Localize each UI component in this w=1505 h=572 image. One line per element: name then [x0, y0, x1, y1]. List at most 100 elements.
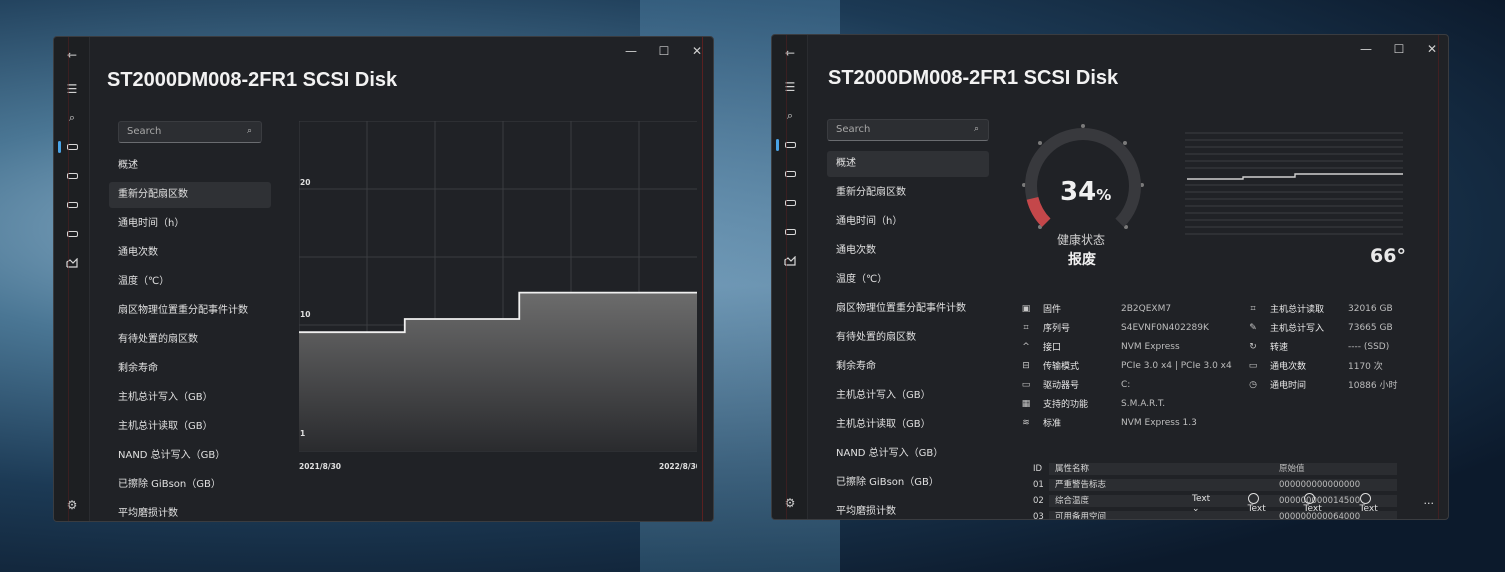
info-value: ---- (SSD) [1348, 341, 1390, 352]
smart-header-name: 属性名称 [1049, 463, 1275, 475]
smart-table-row[interactable]: 01 严重警告标志 000000000000000 [1021, 477, 1397, 493]
nav-item[interactable]: 扇区物理位置重分配事件计数 [109, 298, 271, 324]
window-edge-line [1438, 35, 1439, 519]
nav-item[interactable]: 通电时间（h） [109, 211, 271, 237]
database-icon: ≋ [1022, 417, 1030, 428]
info-key: 主机总计读取 [1270, 305, 1325, 315]
nav-item[interactable]: 主机总计写入（GB） [827, 383, 989, 409]
nav-item[interactable]: 已擦除 GiBson（GB） [109, 472, 271, 498]
drive-icon: ▭ [1021, 379, 1031, 390]
nav-item[interactable]: NAND 总计写入（GB） [827, 441, 989, 467]
nav-item[interactable]: 有待处置的扇区数 [109, 327, 271, 353]
mini-history-chart [1185, 132, 1403, 235]
settings-gear-icon[interactable]: ⚙ [772, 491, 808, 515]
power-count-icon: ▭ [1248, 360, 1258, 371]
nav-rail: ← ☰ ⌕ ⚙ [772, 35, 808, 519]
nav-item[interactable]: 主机总计写入（GB） [109, 385, 271, 411]
back-arrow-icon[interactable]: ← [772, 41, 808, 65]
radio-option-1[interactable]: Text [1247, 493, 1290, 514]
nav-item[interactable]: 平均磨损计数 [827, 499, 989, 519]
search-input[interactable]: Search ⌕ [118, 121, 262, 143]
text-dropdown[interactable]: Text ⌄ [1192, 494, 1234, 514]
disk-icon[interactable] [54, 193, 90, 217]
window-edge-line [68, 37, 69, 521]
smart-id: 02 [1033, 496, 1044, 506]
radio-circle-icon [1359, 493, 1371, 504]
search-icon: ⌕ [246, 126, 252, 136]
info-key: 支持的功能 [1043, 400, 1089, 410]
nav-item[interactable]: 概述 [827, 151, 989, 177]
close-button[interactable]: ✕ [680, 39, 713, 63]
maximize-button[interactable]: ☐ [647, 39, 681, 63]
smart-id: 01 [1033, 480, 1044, 490]
read-icon: ⌗ [1250, 303, 1256, 314]
health-percent: 34% [1060, 177, 1111, 207]
smart-header-raw: 原始值 [1275, 463, 1397, 475]
barcode-icon: ⌗ [1023, 322, 1029, 333]
disk-icon[interactable] [772, 220, 808, 244]
radio-option-2[interactable]: Text [1303, 493, 1346, 514]
info-key: 序列号 [1043, 324, 1071, 334]
smart-header-id: ID [1033, 464, 1043, 474]
clock-icon: ◷ [1249, 379, 1257, 390]
text-dropdown-label: Text [1192, 493, 1211, 504]
info-key: 驱动器号 [1043, 381, 1080, 391]
chart-icon[interactable] [772, 249, 808, 273]
more-options-button[interactable]: ··· [1424, 497, 1435, 510]
disk-icon[interactable] [772, 162, 808, 186]
nav-item[interactable]: 主机总计读取（GB） [109, 414, 271, 440]
info-value: 32016 GB [1348, 303, 1393, 314]
info-row: ✎ 主机总计写入 73665 GB [1246, 318, 1392, 337]
info-value: PCIe 3.0 x4 | PCIe 3.0 x4 [1121, 360, 1232, 371]
hamburger-menu-icon[interactable]: ☰ [54, 77, 90, 101]
nav-item[interactable]: 温度（℃） [827, 267, 989, 293]
nav-item[interactable]: 主机总计读取（GB） [827, 412, 989, 438]
disk-icon[interactable] [772, 133, 808, 157]
minimize-button[interactable]: — [1349, 37, 1383, 61]
nav-item[interactable]: 剩余寿命 [109, 356, 271, 382]
smart-raw: 000000000000000 [1275, 479, 1397, 491]
settings-gear-icon[interactable]: ⚙ [54, 493, 90, 517]
info-row: ≋ 标准 NVM Express 1.3 [1019, 413, 1197, 432]
nav-item[interactable]: 概述 [109, 153, 271, 179]
disk-icon[interactable] [54, 222, 90, 246]
nav-item[interactable]: 通电时间（h） [827, 209, 989, 235]
radio-option-3[interactable]: Text [1359, 493, 1402, 514]
info-row: ⌗ 序列号 S4EVNF0N402289K [1019, 318, 1208, 337]
disk-icon[interactable] [54, 135, 90, 159]
right-app-window: ← ☰ ⌕ ⚙ — ☐ ✕ ST2000DM008-2FR1 SCSI Disk… [771, 34, 1449, 520]
info-key: 接口 [1043, 343, 1062, 353]
hamburger-menu-icon[interactable]: ☰ [772, 75, 808, 99]
nav-item[interactable]: NAND 总计写入（GB） [109, 443, 271, 469]
nav-item[interactable]: 有待处置的扇区数 [827, 325, 989, 351]
nav-item[interactable]: 平均磨损计数 [109, 501, 271, 521]
search-icon[interactable]: ⌕ [54, 106, 90, 130]
attribute-nav-list: 概述重新分配扇区数 通电时间（h） 通电次数温度（℃） 扇区物理位置重分配事件计数 有待… [827, 151, 989, 519]
info-key: 固件 [1043, 305, 1062, 315]
nav-item[interactable]: 通电次数 [827, 238, 989, 264]
mini-chart-gridlines [1185, 132, 1403, 235]
chart-icon[interactable] [54, 251, 90, 275]
nav-item[interactable]: 重新分配扇区数 [109, 182, 271, 208]
info-value: C: [1121, 379, 1131, 390]
info-key: 传输模式 [1043, 362, 1080, 372]
back-arrow-icon[interactable]: ← [54, 43, 90, 67]
disk-icon[interactable] [54, 164, 90, 188]
nav-item[interactable]: 剩余寿命 [827, 354, 989, 380]
search-input[interactable]: Search ⌕ [827, 119, 989, 141]
minimize-button[interactable]: — [614, 39, 648, 63]
nav-item[interactable]: 重新分配扇区数 [827, 180, 989, 206]
disk-icon[interactable] [772, 191, 808, 215]
info-value: 1170 次 [1348, 362, 1383, 372]
x-tick-label: 2022/8/30 [659, 462, 697, 471]
search-icon[interactable]: ⌕ [772, 104, 808, 128]
nav-item[interactable]: 温度（℃） [109, 269, 271, 295]
caret-up-icon: ^ [1022, 341, 1030, 352]
close-button[interactable]: ✕ [1415, 37, 1448, 61]
info-key: 通电次数 [1270, 362, 1307, 372]
nav-item[interactable]: 已擦除 GiBson（GB） [827, 470, 989, 496]
nav-item[interactable]: 通电次数 [109, 240, 271, 266]
radio-circle-icon [1303, 493, 1315, 504]
nav-item[interactable]: 扇区物理位置重分配事件计数 [827, 296, 989, 322]
maximize-button[interactable]: ☐ [1382, 37, 1416, 61]
